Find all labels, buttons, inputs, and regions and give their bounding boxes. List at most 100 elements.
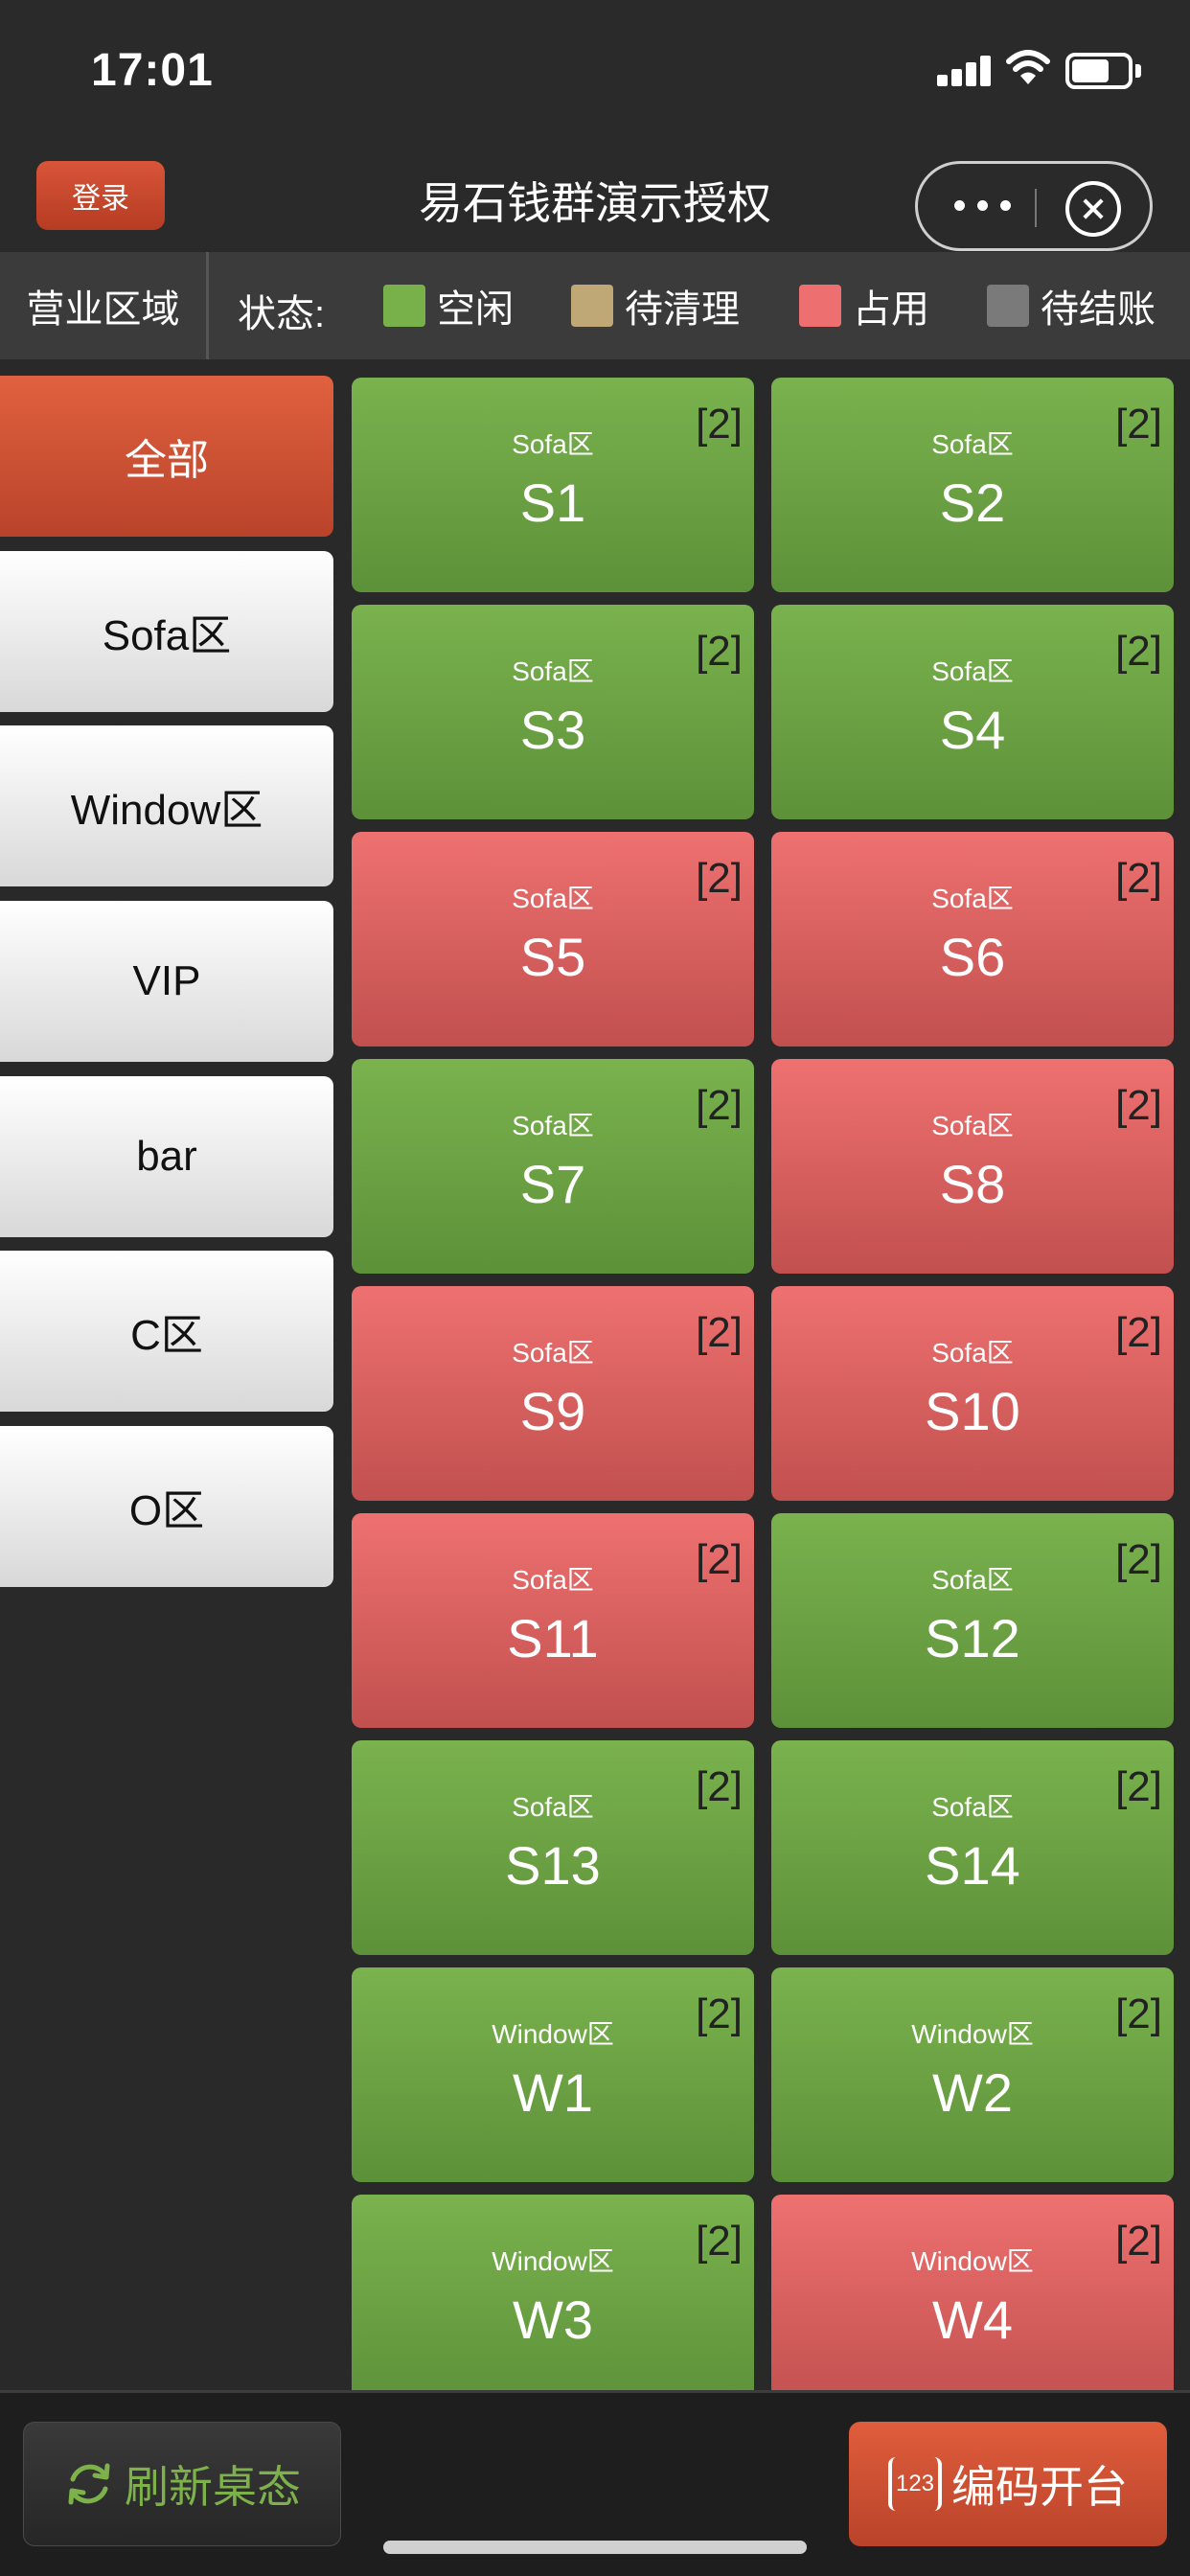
table-name: S12	[925, 1608, 1020, 1668]
table-seats: [2]	[696, 855, 743, 902]
table-zone: Window区	[492, 2019, 614, 2049]
table-card-w2[interactable]: Window区 W2 [2]	[771, 1967, 1174, 2182]
sidebar-item-bar[interactable]: bar	[0, 1076, 333, 1237]
table-name: S13	[505, 1835, 601, 1896]
table-seats: [2]	[696, 1536, 743, 1583]
table-name: S14	[925, 1835, 1020, 1896]
table-name: W3	[513, 2289, 593, 2350]
table-seats: [2]	[1115, 855, 1162, 902]
table-card-s4[interactable]: Sofa区 S4 [2]	[771, 605, 1174, 819]
more-options-icon[interactable]	[954, 200, 1012, 214]
table-zone: Sofa区	[512, 1565, 594, 1595]
status-bar: 17:01	[0, 0, 1190, 144]
table-card-s5[interactable]: Sofa区 S5 [2]	[352, 832, 754, 1046]
table-seats: [2]	[1115, 1763, 1162, 1810]
table-zone: Sofa区	[931, 1111, 1014, 1140]
sidebar-item-label: Window区	[70, 787, 263, 834]
legend-swatch	[799, 285, 841, 327]
legend-item-to-clean: 待清理	[571, 283, 740, 331]
status-time: 17:01	[91, 45, 214, 96]
table-zone: Window区	[492, 2246, 614, 2276]
sidebar-item-sofa[interactable]: Sofa区	[0, 551, 333, 712]
refresh-icon	[68, 2463, 110, 2505]
table-name: W1	[513, 2062, 593, 2123]
header: 登录 易石钱群演示授权	[0, 144, 1190, 254]
table-card-s1[interactable]: Sofa区 S1 [2]	[352, 378, 754, 592]
sidebar-item-window[interactable]: Window区	[0, 725, 333, 886]
table-card-s3[interactable]: Sofa区 S3 [2]	[352, 605, 754, 819]
capsule-divider	[1035, 189, 1037, 227]
sidebar-item-vip[interactable]: VIP	[0, 901, 333, 1062]
table-seats: [2]	[696, 1763, 743, 1810]
table-zone: Sofa区	[931, 1792, 1014, 1822]
table-seats: [2]	[696, 1990, 743, 2037]
code-open-table-button[interactable]: 123 编码开台	[849, 2422, 1167, 2546]
table-card-s11[interactable]: Sofa区 S11 [2]	[352, 1513, 754, 1728]
table-zone: Sofa区	[512, 1111, 594, 1140]
cellular-signal-icon	[937, 56, 991, 86]
table-card-s14[interactable]: Sofa区 S14 [2]	[771, 1740, 1174, 1955]
sidebar-item-label: bar	[136, 1133, 197, 1180]
refresh-label: 刷新桌态	[125, 2462, 301, 2512]
legend-bar: 营业区域 状态: 空闲 待清理 占用 待结账	[0, 252, 1190, 359]
sidebar-item-c[interactable]: C区	[0, 1251, 333, 1412]
table-card-s10[interactable]: Sofa区 S10 [2]	[771, 1286, 1174, 1501]
table-seats: [2]	[1115, 401, 1162, 448]
table-zone: Sofa区	[931, 1565, 1014, 1595]
table-card-s7[interactable]: Sofa区 S7 [2]	[352, 1059, 754, 1274]
sidebar-item-label: VIP	[132, 957, 201, 1004]
wifi-icon	[1006, 50, 1050, 84]
close-icon[interactable]	[1065, 181, 1121, 237]
table-card-s13[interactable]: Sofa区 S13 [2]	[352, 1740, 754, 1955]
table-name: S7	[519, 1154, 586, 1214]
table-card-s12[interactable]: Sofa区 S12 [2]	[771, 1513, 1174, 1728]
legend-label: 待结账	[1041, 288, 1156, 331]
table-seats: [2]	[1115, 628, 1162, 675]
table-seats: [2]	[1115, 1082, 1162, 1129]
table-zone: Sofa区	[512, 1792, 594, 1822]
table-card-s2[interactable]: Sofa区 S2 [2]	[771, 378, 1174, 592]
table-name: S4	[939, 700, 1006, 760]
miniprogram-capsule	[915, 161, 1153, 251]
table-name: S5	[519, 927, 586, 987]
table-zone: Sofa区	[931, 884, 1014, 913]
table-zone: Window区	[911, 2246, 1034, 2276]
sidebar-item-label: O区	[128, 1487, 205, 1534]
legend-item-occupied: 占用	[799, 283, 929, 331]
table-card-s8[interactable]: Sofa区 S8 [2]	[771, 1059, 1174, 1274]
table-card-w3[interactable]: Window区 W3 [2]	[352, 2195, 754, 2409]
legend-swatch	[987, 285, 1029, 327]
table-seats: [2]	[696, 1309, 743, 1356]
table-zone: Sofa区	[931, 429, 1014, 459]
table-card-s9[interactable]: Sofa区 S9 [2]	[352, 1286, 754, 1501]
table-name: S3	[519, 700, 586, 760]
legend-label: 待清理	[625, 288, 740, 331]
sidebar-item-all[interactable]: 全部	[0, 376, 333, 537]
home-indicator	[383, 2541, 807, 2554]
legend-item-idle: 空闲	[383, 283, 514, 331]
table-name: W2	[932, 2062, 1013, 2123]
table-card-s6[interactable]: Sofa区 S6 [2]	[771, 832, 1174, 1046]
bottom-bar: 刷新桌态 123 编码开台	[0, 2390, 1190, 2576]
numpad-icon: 123	[888, 2457, 942, 2511]
open-table-label: 编码开台	[951, 2462, 1128, 2512]
status-legend-label: 状态:	[238, 293, 326, 335]
sidebar-item-label: C区	[130, 1312, 203, 1359]
table-name: W4	[932, 2289, 1013, 2350]
table-seats: [2]	[1115, 1536, 1162, 1583]
refresh-tables-button[interactable]: 刷新桌态	[23, 2422, 341, 2546]
legend-label: 空闲	[437, 288, 514, 331]
table-name: S2	[939, 472, 1006, 533]
legend-label: 占用	[853, 288, 929, 331]
table-zone: Sofa区	[512, 884, 594, 913]
table-name: S6	[939, 927, 1006, 987]
table-zone: Sofa区	[512, 1338, 594, 1368]
table-name: S11	[507, 1608, 599, 1668]
sidebar-item-o[interactable]: O区	[0, 1426, 333, 1587]
table-seats: [2]	[1115, 2218, 1162, 2265]
table-zone: Sofa区	[512, 429, 594, 459]
table-card-w1[interactable]: Window区 W1 [2]	[352, 1967, 754, 2182]
battery-icon	[1065, 53, 1142, 89]
sidebar-item-label: 全部	[125, 437, 209, 484]
table-card-w4[interactable]: Window区 W4 [2]	[771, 2195, 1174, 2409]
